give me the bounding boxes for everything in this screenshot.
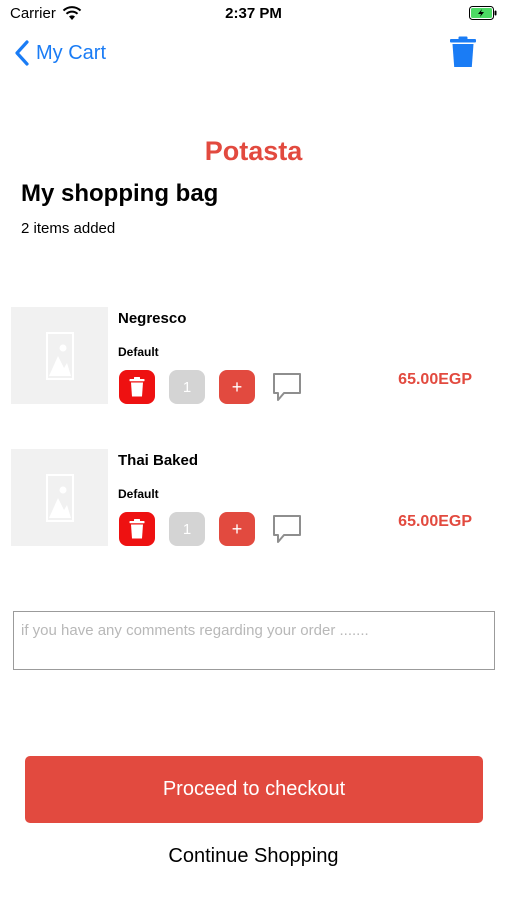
image-placeholder-icon (45, 473, 74, 522)
comment-icon[interactable] (271, 371, 303, 403)
battery-charging-icon (469, 6, 497, 20)
clear-cart-trash-icon[interactable] (449, 36, 477, 68)
cart-screen: Carrier 2:37 PM My Cart Potasta My shopp… (0, 0, 507, 900)
back-button-label: My Cart (36, 41, 106, 64)
proceed-to-checkout-button[interactable]: Proceed to checkout (25, 756, 483, 823)
item-price: 65.00EGP (398, 371, 472, 388)
order-comment-field[interactable] (13, 611, 495, 670)
trash-icon (129, 377, 145, 397)
increase-quantity-button[interactable]: + (219, 370, 255, 404)
items-count: 2 items added (21, 220, 116, 237)
cart-item: Negresco Default 1 + 65.00EGP (0, 307, 507, 407)
page-title: My shopping bag (21, 180, 219, 207)
product-image-placeholder (11, 307, 108, 404)
quantity-display: 1 (169, 370, 205, 404)
back-button[interactable]: My Cart (14, 38, 106, 68)
cart-item: Thai Baked Default 1 + 65.00EGP (0, 449, 507, 549)
item-price: 65.00EGP (398, 513, 472, 530)
item-name: Negresco (118, 310, 187, 327)
product-image-placeholder (11, 449, 108, 546)
chevron-left-icon (15, 40, 29, 66)
item-variant: Default (118, 345, 159, 359)
quantity-display: 1 (169, 512, 205, 546)
comment-icon[interactable] (271, 513, 303, 545)
status-time: 2:37 PM (225, 5, 282, 22)
continue-shopping-button[interactable]: Continue Shopping (0, 845, 507, 868)
remove-item-button[interactable] (119, 512, 155, 546)
image-placeholder-icon (45, 331, 74, 380)
brand-title: Potasta (204, 136, 303, 166)
item-variant: Default (118, 487, 159, 501)
increase-quantity-button[interactable]: + (219, 512, 255, 546)
trash-icon (129, 519, 145, 539)
remove-item-button[interactable] (119, 370, 155, 404)
item-name: Thai Baked (118, 452, 199, 469)
status-bar: Carrier 2:37 PM (0, 0, 507, 28)
